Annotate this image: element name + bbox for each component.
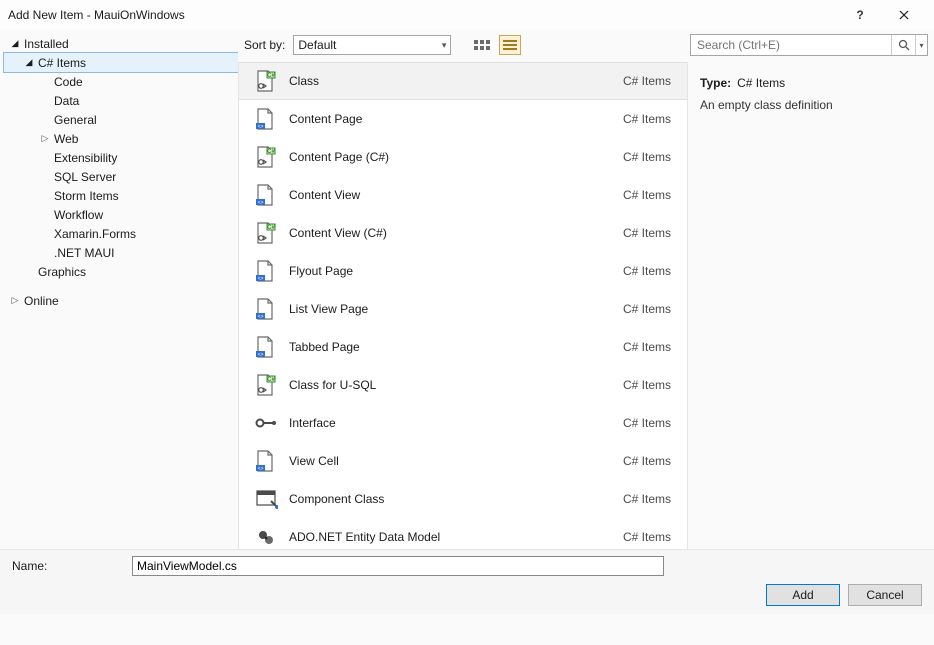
- interface-icon: [245, 411, 287, 435]
- type-label: Type:: [700, 76, 731, 90]
- ado-icon: [245, 525, 287, 549]
- page-cs-icon: [245, 145, 287, 169]
- sort-by-label: Sort by:: [244, 38, 287, 52]
- search-button[interactable]: [891, 35, 915, 55]
- class-icon: [245, 69, 287, 93]
- cancel-button[interactable]: Cancel: [848, 584, 922, 606]
- template-item-name: Content View (C#): [287, 226, 623, 240]
- template-item-name: Tabbed Page: [287, 340, 623, 354]
- template-item-name: Content View: [287, 188, 623, 202]
- sort-by-select[interactable]: Default ▾: [293, 35, 451, 55]
- template-item-category: C# Items: [623, 416, 671, 430]
- template-item[interactable]: View CellC# Items: [239, 442, 687, 480]
- view-list-button[interactable]: [499, 35, 521, 55]
- page-xaml-icon: [245, 107, 287, 131]
- template-item[interactable]: Content Page (C#)C# Items: [239, 138, 687, 176]
- tree-extensibility[interactable]: Extensibility: [4, 148, 238, 167]
- close-icon: [899, 10, 909, 20]
- name-input[interactable]: [132, 556, 664, 576]
- type-description: An empty class definition: [700, 98, 922, 112]
- template-item-category: C# Items: [623, 188, 671, 202]
- details-pane: Type: C# Items An empty class definition: [688, 62, 934, 549]
- template-item-name: Component Class: [287, 492, 623, 506]
- tree-graphics[interactable]: Graphics: [4, 262, 238, 281]
- add-button[interactable]: Add: [766, 584, 840, 606]
- tree-online[interactable]: ▷Online: [4, 291, 238, 310]
- chevron-down-icon: ▾: [442, 40, 447, 51]
- page-xaml-icon: [245, 259, 287, 283]
- name-label: Name:: [12, 559, 124, 573]
- tree-dotnet-maui[interactable]: .NET MAUI: [4, 243, 238, 262]
- template-item[interactable]: Class for U-SQLC# Items: [239, 366, 687, 404]
- template-item-name: Content Page (C#): [287, 150, 623, 164]
- component-icon: [245, 487, 287, 511]
- tree-cs-items[interactable]: ◢C# Items Code Data General ▷Web Extensi…: [4, 53, 238, 262]
- tree-installed[interactable]: ◢Installed ◢C# Items Code Data General ▷…: [4, 34, 238, 281]
- template-item-name: View Cell: [287, 454, 623, 468]
- template-item-name: Interface: [287, 416, 623, 430]
- window-title: Add New Item - MauiOnWindows: [8, 8, 838, 22]
- help-button[interactable]: ?: [838, 0, 882, 30]
- template-item[interactable]: Content View (C#)C# Items: [239, 214, 687, 252]
- template-item[interactable]: Content PageC# Items: [239, 100, 687, 138]
- template-item[interactable]: ClassC# Items: [239, 62, 687, 100]
- template-item[interactable]: List View PageC# Items: [239, 290, 687, 328]
- main-area: ◢Installed ◢C# Items Code Data General ▷…: [0, 30, 934, 549]
- template-item-category: C# Items: [623, 112, 671, 126]
- tree-data[interactable]: Data: [4, 91, 238, 110]
- tree-xamarin-forms[interactable]: Xamarin.Forms: [4, 224, 238, 243]
- page-xaml-icon: [245, 297, 287, 321]
- tree-storm-items[interactable]: Storm Items: [4, 186, 238, 205]
- template-item-name: List View Page: [287, 302, 623, 316]
- template-item-name: Class: [287, 74, 623, 88]
- template-item-category: C# Items: [623, 302, 671, 316]
- template-item-category: C# Items: [623, 74, 671, 88]
- template-item[interactable]: Flyout PageC# Items: [239, 252, 687, 290]
- tree-sql-server[interactable]: SQL Server: [4, 167, 238, 186]
- template-item[interactable]: Component ClassC# Items: [239, 480, 687, 518]
- template-item-name: Flyout Page: [287, 264, 623, 278]
- search-box[interactable]: ▾: [690, 34, 928, 56]
- page-cs-icon: [245, 221, 287, 245]
- sort-by-value: Default: [298, 38, 336, 52]
- template-item-category: C# Items: [623, 378, 671, 392]
- search-input[interactable]: [691, 38, 891, 52]
- tree-web[interactable]: ▷Web: [4, 129, 238, 148]
- template-item[interactable]: InterfaceC# Items: [239, 404, 687, 442]
- template-item-name: Class for U-SQL: [287, 378, 623, 392]
- chevron-right-icon: ▷: [38, 132, 52, 146]
- template-item-category: C# Items: [623, 264, 671, 278]
- chevron-down-icon: ◢: [8, 37, 22, 51]
- type-value: C# Items: [737, 76, 785, 90]
- page-xaml-icon: [245, 183, 287, 207]
- tree-code[interactable]: Code: [4, 72, 238, 91]
- titlebar: Add New Item - MauiOnWindows ?: [0, 0, 934, 30]
- template-item[interactable]: Content ViewC# Items: [239, 176, 687, 214]
- template-item-category: C# Items: [623, 226, 671, 240]
- class-icon: [245, 373, 287, 397]
- search-icon: [898, 39, 910, 51]
- chevron-right-icon: ▷: [8, 294, 22, 308]
- template-item-category: C# Items: [623, 340, 671, 354]
- template-item-category: C# Items: [623, 530, 671, 544]
- chevron-down-icon: ◢: [22, 56, 36, 70]
- template-item-category: C# Items: [623, 454, 671, 468]
- page-xaml-icon: [245, 449, 287, 473]
- template-item[interactable]: Tabbed PageC# Items: [239, 328, 687, 366]
- view-grid-button[interactable]: [471, 35, 493, 55]
- tree-workflow[interactable]: Workflow: [4, 205, 238, 224]
- footer: Name: Add Cancel: [0, 549, 934, 614]
- template-item-category: C# Items: [623, 492, 671, 506]
- template-item-name: Content Page: [287, 112, 623, 126]
- template-tree: ◢Installed ◢C# Items Code Data General ▷…: [0, 30, 238, 549]
- template-item[interactable]: ADO.NET Entity Data ModelC# Items: [239, 518, 687, 549]
- tree-general[interactable]: General: [4, 110, 238, 129]
- template-list: ClassC# ItemsContent PageC# ItemsContent…: [238, 62, 688, 549]
- template-item-name: ADO.NET Entity Data Model: [287, 530, 623, 544]
- template-item-category: C# Items: [623, 150, 671, 164]
- page-xaml-icon: [245, 335, 287, 359]
- toolbar: Sort by: Default ▾ ▾: [238, 30, 934, 62]
- search-dropdown[interactable]: ▾: [915, 35, 927, 55]
- close-button[interactable]: [882, 0, 926, 30]
